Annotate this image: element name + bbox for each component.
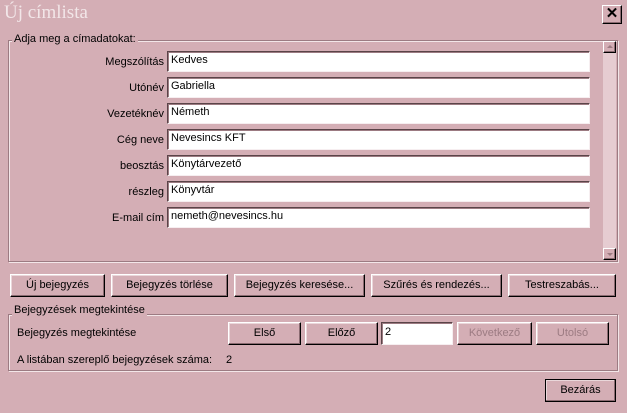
scrollbar-track[interactable] — [603, 41, 616, 260]
scroll-down-button[interactable] — [603, 248, 616, 260]
label-company: Cég neve — [116, 134, 164, 146]
window-title: Új címlista — [4, 2, 88, 23]
view-group-legend: Bejegyzések megtekintése — [12, 304, 147, 316]
next-entry-button: Következő — [457, 322, 532, 345]
label-department: részleg — [128, 186, 164, 198]
label-first-name: Utónév — [129, 82, 164, 94]
delete-entry-button[interactable]: Bejegyzés törlése — [111, 274, 228, 297]
customize-button[interactable]: Testreszabás... — [508, 274, 616, 297]
find-entry-button[interactable]: Bejegyzés keresése... — [234, 274, 365, 297]
scroll-up-button[interactable] — [603, 41, 616, 53]
chevron-down-icon — [606, 253, 613, 256]
first-entry-button[interactable]: Első — [228, 322, 301, 345]
last-name-field[interactable]: Németh — [167, 103, 590, 124]
position-field[interactable]: Könytárvezető — [167, 155, 590, 176]
chevron-up-icon — [606, 45, 613, 48]
last-entry-label: Utolsó — [556, 327, 589, 339]
next-entry-label: Következő — [468, 327, 521, 339]
first-name-field[interactable]: Gabriella — [167, 77, 590, 98]
previous-entry-button[interactable]: Előző — [305, 322, 378, 345]
label-last-name: Vezetéknév — [107, 108, 164, 120]
title-bar — [0, 0, 627, 28]
entry-group-legend: Adja meg a címadatokat: — [12, 33, 138, 45]
label-position: beosztás — [119, 160, 164, 172]
current-entry-field[interactable]: 2 — [381, 322, 453, 345]
entry-count-value: 2 — [226, 354, 233, 366]
last-entry-button: Utolsó — [536, 322, 609, 345]
filter-sort-button[interactable]: Szűrés és rendezés... — [371, 274, 502, 297]
company-field[interactable]: Nevesincs KFT — [167, 129, 590, 150]
new-entry-button[interactable]: Új bejegyzés — [10, 274, 105, 297]
view-entry-label: Bejegyzés megtekintése — [17, 327, 137, 339]
entry-count-label: A listában szereplő bejegyzések száma: — [17, 354, 213, 366]
department-field[interactable]: Könyvtár — [167, 181, 590, 202]
salutation-field[interactable]: Kedves — [167, 51, 590, 72]
entry-group — [8, 40, 618, 262]
close-button[interactable]: Bezárás — [545, 379, 616, 402]
label-salutation: Megszólítás — [105, 56, 164, 68]
close-icon[interactable]: ✕ — [602, 5, 622, 24]
email-field[interactable]: nemeth@nevesincs.hu — [167, 207, 590, 228]
label-email: E-mail cím — [112, 212, 164, 224]
